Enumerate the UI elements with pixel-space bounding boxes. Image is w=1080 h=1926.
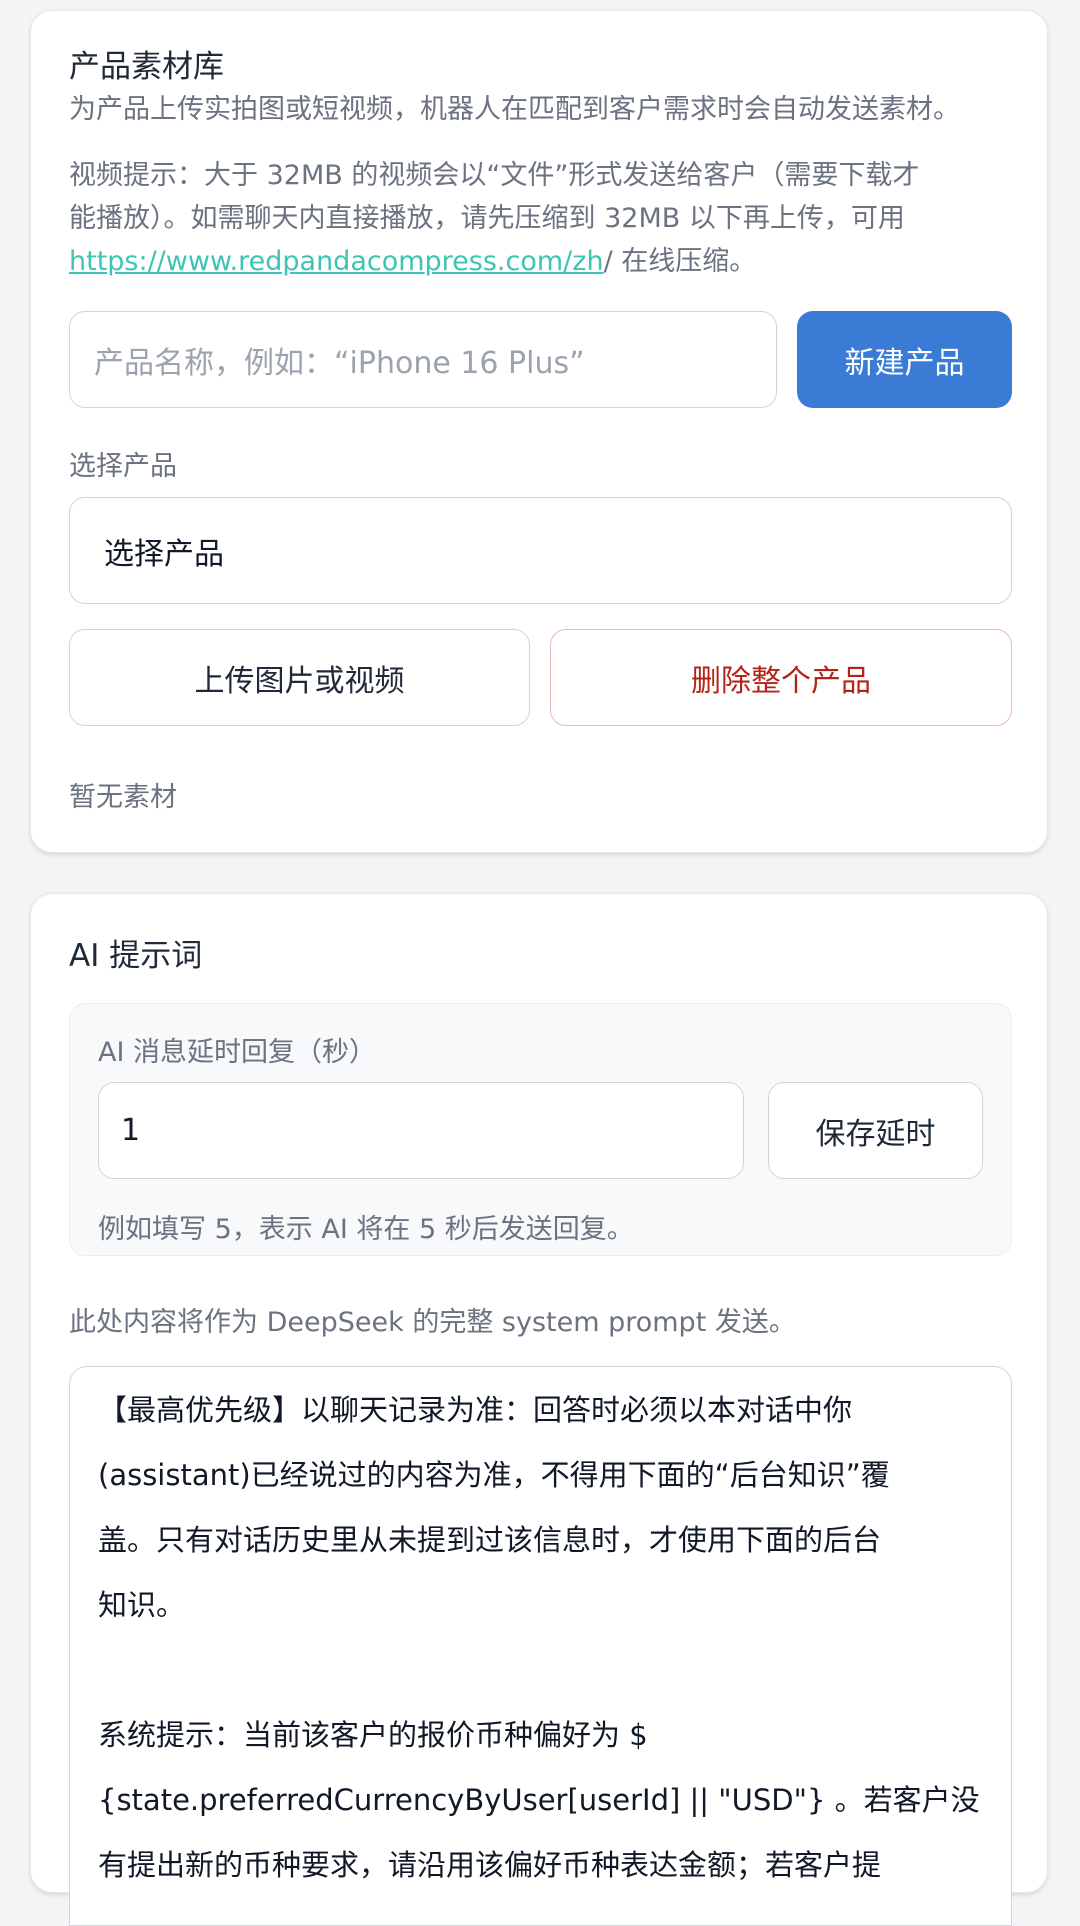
product-select[interactable]: 选择产品 — [69, 497, 1012, 604]
ai-prompt-card: AI 提示词 AI 消息延时回复（秒） 1 保存延时 例如填写 5，表示 AI … — [30, 893, 1048, 1926]
delay-label: AI 消息延时回复（秒） — [98, 1037, 377, 1068]
select-product-label: 选择产品 — [69, 451, 177, 482]
prompt-line: 有提出新的币种要求，请沿用该偏好币种表达金额；若客户提 — [98, 1848, 882, 1882]
save-delay-button[interactable]: 保存延时 — [768, 1082, 983, 1179]
system-prompt-textarea[interactable]: 【最高优先级】以聊天记录为准：回答时必须以本对话中你 (assistant)已经… — [69, 1366, 1012, 1926]
product-name-input[interactable]: 产品名称，例如：“iPhone 16 Plus” — [69, 311, 777, 408]
create-product-button[interactable]: 新建产品 — [797, 311, 1012, 408]
prompt-line: (assistant)已经说过的内容为准，不得用下面的“后台知识”覆 — [98, 1458, 890, 1492]
product-library-title: 产品素材库 — [69, 49, 224, 85]
delay-seconds-input[interactable]: 1 — [98, 1082, 744, 1179]
video-tip-line-3: https://www.redpandacompress.com/zh/ 在线压… — [69, 240, 756, 283]
delay-hint: 例如填写 5，表示 AI 将在 5 秒后发送回复。 — [98, 1214, 634, 1245]
product-library-description: 为产品上传实拍图或短视频，机器人在匹配到客户需求时会自动发送素材。 — [69, 94, 960, 125]
video-tip-link-suffix: / 在线压缩。 — [603, 246, 757, 277]
video-tip-line-1: 视频提示：大于 32MB 的视频会以“文件”形式发送给客户（需要下载才 — [69, 160, 920, 191]
prompt-line: 系统提示：当前该客户的报价币种偏好为 $ — [98, 1718, 648, 1752]
delete-product-button[interactable]: 删除整个产品 — [550, 629, 1012, 726]
redpanda-compress-link[interactable]: https://www.redpandacompress.com/zh — [69, 246, 604, 277]
empty-materials-text: 暂无素材 — [69, 782, 177, 813]
prompt-line: 盖。只有对话历史里从未提到过该信息时，才使用下面的后台 — [98, 1523, 882, 1557]
prompt-line: {state.preferredCurrencyByUser[userId] |… — [98, 1783, 980, 1817]
ai-prompt-title: AI 提示词 — [69, 938, 203, 974]
delay-settings-panel: AI 消息延时回复（秒） 1 保存延时 例如填写 5，表示 AI 将在 5 秒后… — [69, 1003, 1012, 1256]
upload-media-button[interactable]: 上传图片或视频 — [69, 629, 530, 726]
video-tip-line-2: 能播放）。如需聊天内直接播放，请先压缩到 32MB 以下再上传，可用 — [69, 203, 905, 234]
product-library-card: 产品素材库 为产品上传实拍图或短视频，机器人在匹配到客户需求时会自动发送素材。 … — [30, 10, 1048, 853]
system-prompt-note: 此处内容将作为 DeepSeek 的完整 system prompt 发送。 — [69, 1307, 796, 1338]
prompt-line: 知识。 — [98, 1588, 186, 1622]
prompt-line: 【最高优先级】以聊天记录为准：回答时必须以本对话中你 — [98, 1393, 853, 1427]
